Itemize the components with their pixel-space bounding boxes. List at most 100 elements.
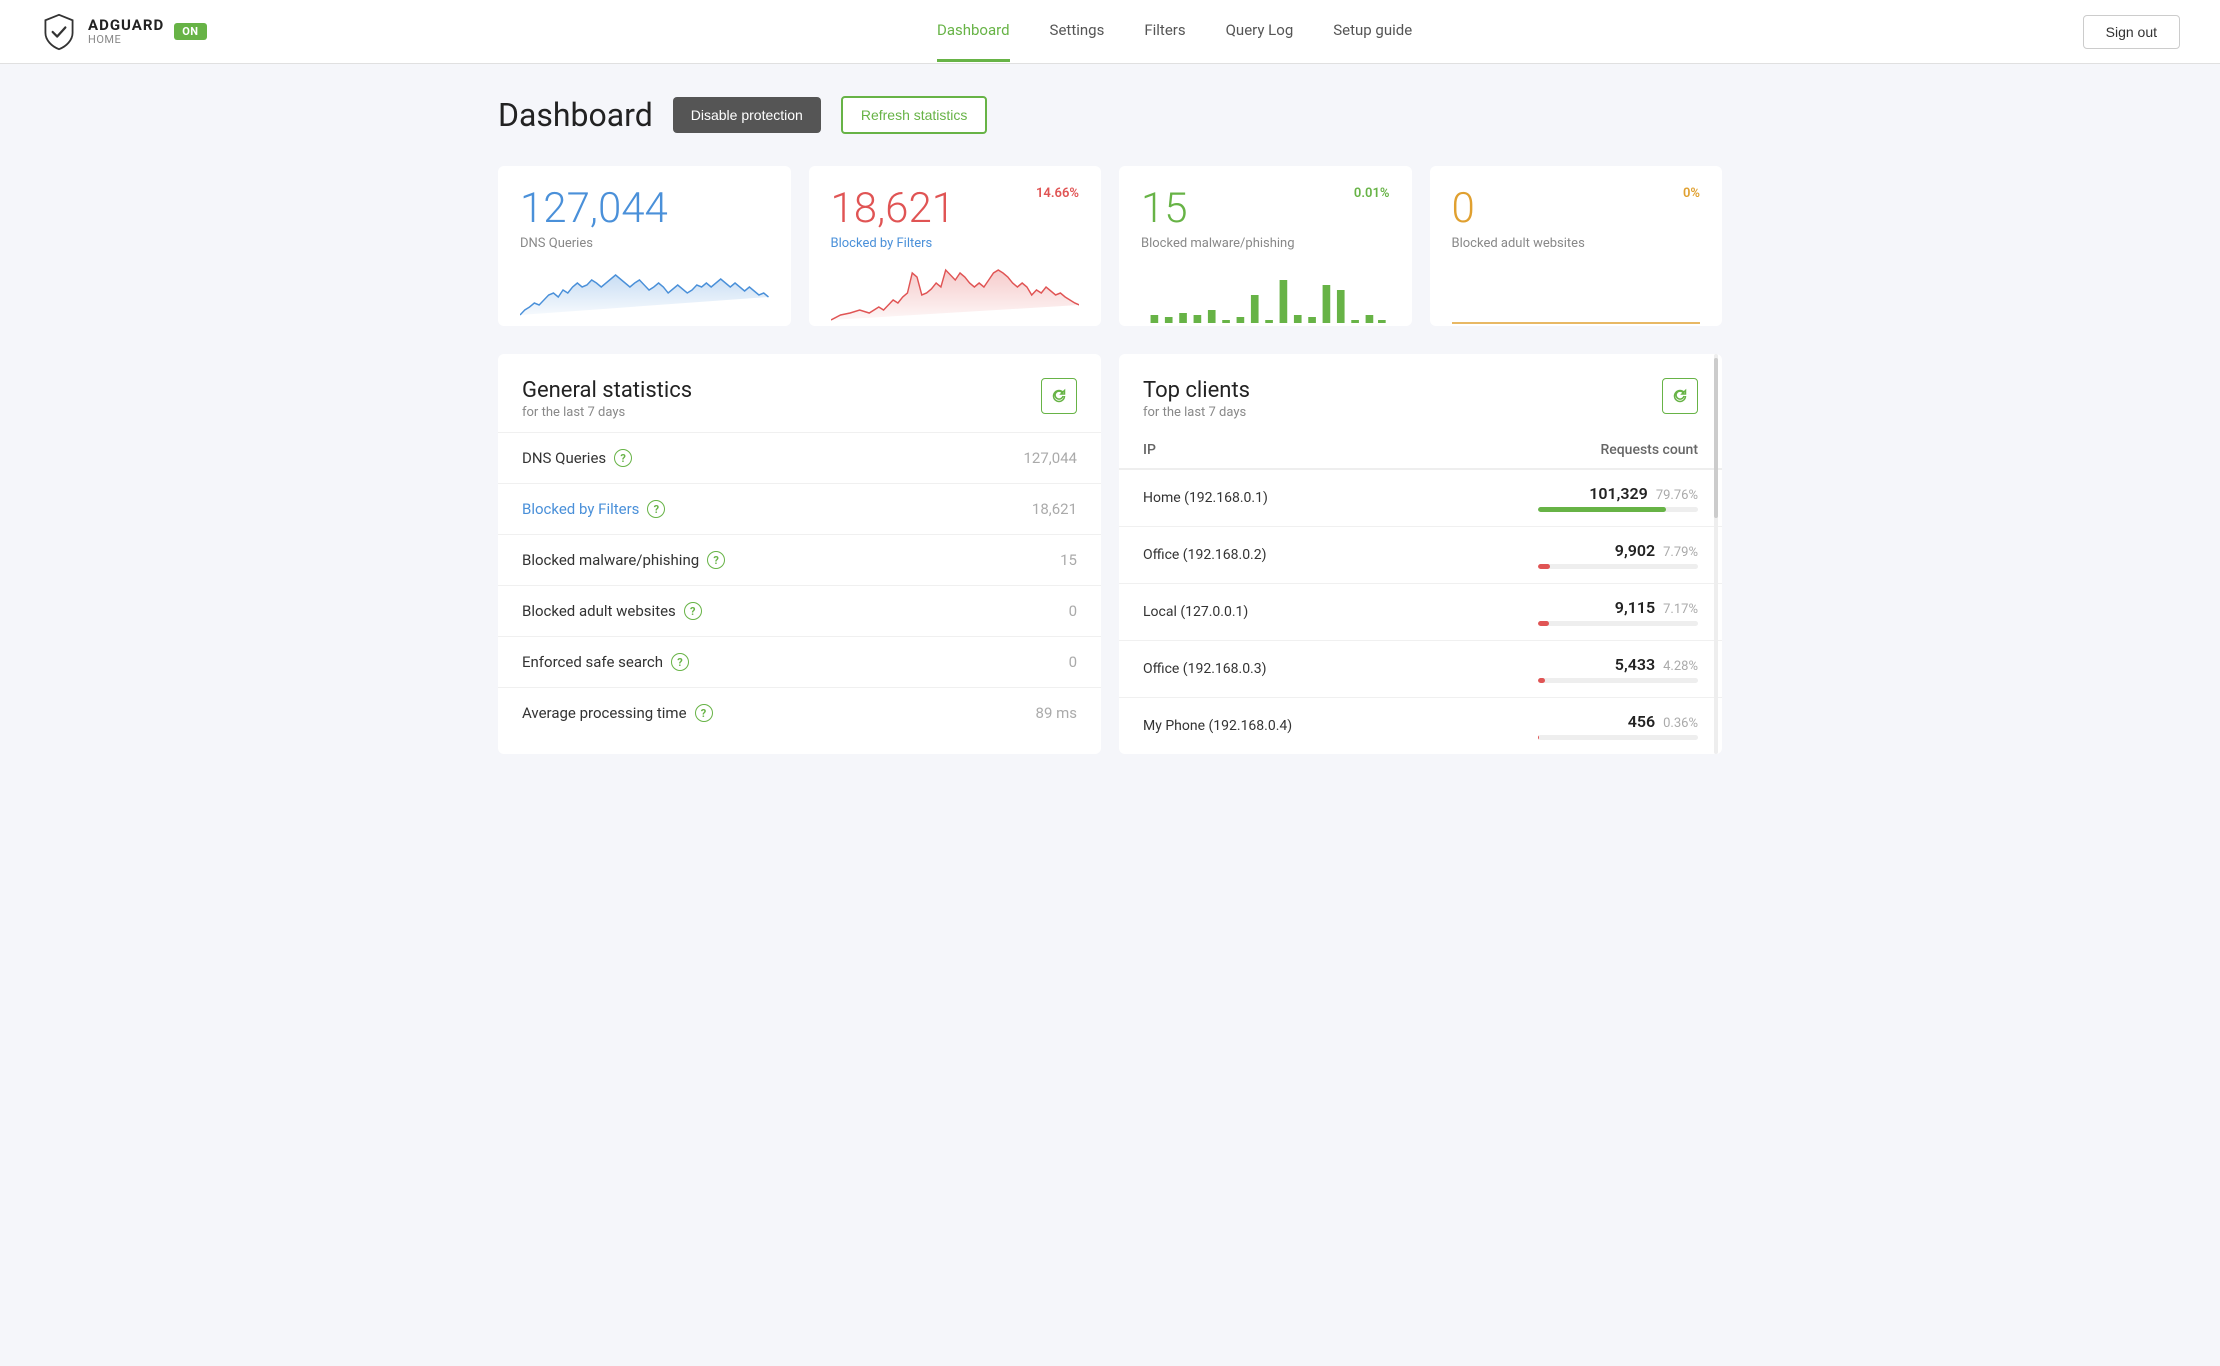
client-bar-background <box>1538 564 1698 569</box>
malware-number: 15 <box>1141 186 1188 232</box>
disable-protection-button[interactable]: Disable protection <box>673 97 821 133</box>
stats-row-label[interactable]: Blocked by Filters? <box>522 500 903 518</box>
scrollbar-track[interactable] <box>1714 354 1718 754</box>
client-ip: Office (192.168.0.3) <box>1119 641 1412 698</box>
client-bar-background <box>1538 507 1698 512</box>
dns-queries-label: DNS Queries <box>520 236 769 251</box>
adult-percent: 0% <box>1683 186 1700 201</box>
stats-row-value: 127,044 <box>927 433 1101 484</box>
nav-dashboard[interactable]: Dashboard <box>937 1 1010 62</box>
clients-row: Local (127.0.0.1)9,1157.17% <box>1119 584 1722 641</box>
client-count-number: 101,329 <box>1589 484 1648 503</box>
general-stats-panel: General statistics for the last 7 days D… <box>498 354 1101 754</box>
client-count-percent: 4.28% <box>1663 659 1698 674</box>
page-header: Dashboard Disable protection Refresh sta… <box>498 96 1722 134</box>
brand-name: ADGUARD <box>88 17 164 34</box>
brand-sub: HOME <box>88 34 164 46</box>
stats-row-value: 18,621 <box>927 484 1101 535</box>
client-count-number: 5,433 <box>1615 655 1655 674</box>
adguard-logo-icon <box>40 13 78 51</box>
clients-table: IP Requests count Home (192.168.0.1)101,… <box>1119 432 1722 754</box>
nav-settings[interactable]: Settings <box>1050 1 1105 62</box>
client-count-percent: 79.76% <box>1656 488 1698 503</box>
help-icon[interactable]: ? <box>671 653 689 671</box>
client-count: 4560.36% <box>1412 698 1722 755</box>
stats-row: DNS Queries? 127,044 <box>498 433 1101 484</box>
adult-number: 0 <box>1452 186 1475 232</box>
nav-filters[interactable]: Filters <box>1144 1 1185 62</box>
client-bar-fill <box>1538 678 1545 683</box>
client-bar-fill <box>1538 735 1539 740</box>
refresh-icon <box>1672 388 1688 404</box>
client-bar-fill <box>1538 621 1549 626</box>
stat-cards-row: 127,044 DNS Queries 18,621 14.66% <box>498 166 1722 326</box>
clients-col-ip: IP <box>1119 432 1412 469</box>
stats-row-label: Average processing time? <box>522 704 903 722</box>
malware-label: Blocked malware/phishing <box>1141 236 1390 251</box>
general-stats-refresh-button[interactable] <box>1041 378 1077 414</box>
help-icon[interactable]: ? <box>647 500 665 518</box>
help-icon[interactable]: ? <box>684 602 702 620</box>
help-icon[interactable]: ? <box>614 449 632 467</box>
general-stats-title: General statistics <box>522 378 692 403</box>
status-badge: ON <box>174 23 206 40</box>
top-clients-panel: Top clients for the last 7 days IP Reque… <box>1119 354 1722 754</box>
client-bar-fill <box>1538 507 1666 512</box>
stats-row-value: 0 <box>927 586 1101 637</box>
navbar: ADGUARD HOME ON Dashboard Settings Filte… <box>0 0 2220 64</box>
stats-row: Average processing time?89 ms <box>498 688 1101 739</box>
stat-card-dns: 127,044 DNS Queries <box>498 166 791 326</box>
stat-card-blocked: 18,621 14.66% Blocked by Filters <box>809 166 1102 326</box>
stats-row-label: DNS Queries? <box>522 449 903 467</box>
refresh-icon <box>1051 388 1067 404</box>
clients-row: Office (192.168.0.3) 5,433 4.28% <box>1119 641 1722 698</box>
stats-row: Blocked by Filters? 18,621 <box>498 484 1101 535</box>
client-ip: Local (127.0.0.1) <box>1119 584 1412 641</box>
top-clients-refresh-button[interactable] <box>1662 378 1698 414</box>
refresh-statistics-button[interactable]: Refresh statistics <box>841 96 988 134</box>
stats-row-label: Enforced safe search? <box>522 653 903 671</box>
clients-row: Office (192.168.0.2) 9,902 7.79% <box>1119 527 1722 584</box>
stat-card-malware: 15 0.01% Blocked malware/phishing <box>1119 166 1412 326</box>
adult-label: Blocked adult websites <box>1452 236 1701 251</box>
clients-row: My Phone (192.168.0.4)4560.36% <box>1119 698 1722 755</box>
nav-query-log[interactable]: Query Log <box>1226 1 1294 62</box>
dns-queries-number: 127,044 <box>520 186 668 232</box>
client-bar-background <box>1538 735 1698 740</box>
nav-setup-guide[interactable]: Setup guide <box>1333 1 1412 62</box>
nav-links: Dashboard Settings Filters Query Log Set… <box>267 1 2083 62</box>
bottom-grid: General statistics for the last 7 days D… <box>498 354 1722 754</box>
help-icon[interactable]: ? <box>695 704 713 722</box>
stats-row-label: Blocked malware/phishing? <box>522 551 903 569</box>
top-clients-title: Top clients <box>1143 378 1250 403</box>
main-content: Dashboard Disable protection Refresh sta… <box>450 64 1770 786</box>
help-icon[interactable]: ? <box>707 551 725 569</box>
client-count: 101,329 79.76% <box>1412 469 1722 527</box>
stats-row: Enforced safe search?0 <box>498 637 1101 688</box>
clients-row: Home (192.168.0.1)101,32979.76% <box>1119 469 1722 527</box>
client-count-percent: 7.79% <box>1663 545 1698 560</box>
malware-percent: 0.01% <box>1354 186 1390 201</box>
page-title: Dashboard <box>498 96 653 134</box>
client-count-number: 9,902 <box>1615 541 1655 560</box>
stats-row-label: Blocked adult websites? <box>522 602 903 620</box>
blocked-label: Blocked by Filters <box>831 236 1080 251</box>
clients-col-requests: Requests count <box>1412 432 1722 469</box>
client-count-number: 456 <box>1628 712 1655 731</box>
client-count-number: 9,115 <box>1615 598 1655 617</box>
client-ip: My Phone (192.168.0.4) <box>1119 698 1412 755</box>
client-bar-background <box>1538 621 1698 626</box>
client-ip: Office (192.168.0.2) <box>1119 527 1412 584</box>
stat-card-adult: 0 0% Blocked adult websites <box>1430 166 1723 326</box>
stats-row-value: 15 <box>927 535 1101 586</box>
blocked-percent: 14.66% <box>1036 186 1079 201</box>
client-count: 5,433 4.28% <box>1412 641 1722 698</box>
general-stats-subtitle: for the last 7 days <box>522 405 692 420</box>
stats-row: Blocked adult websites? 0 <box>498 586 1101 637</box>
dns-queries-chart <box>520 265 769 325</box>
malware-chart <box>1141 265 1390 325</box>
sign-out-button[interactable]: Sign out <box>2083 15 2180 49</box>
client-bar-background <box>1538 678 1698 683</box>
top-clients-subtitle: for the last 7 days <box>1143 405 1250 420</box>
blocked-number: 18,621 <box>831 186 956 232</box>
